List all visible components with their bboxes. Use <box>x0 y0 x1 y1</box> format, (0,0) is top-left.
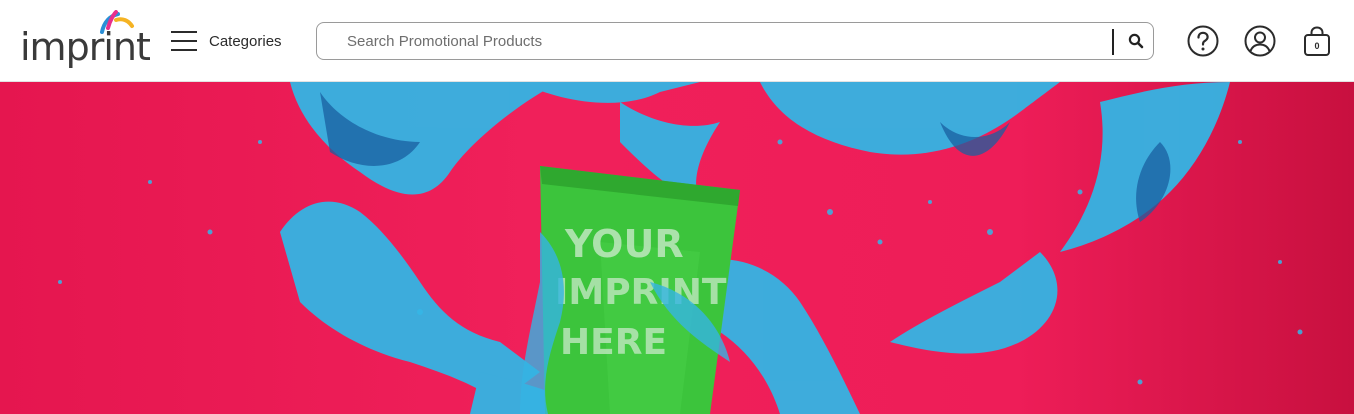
hamburger-icon <box>171 31 197 51</box>
logo-text: imprint <box>20 25 151 69</box>
help-button[interactable] <box>1186 24 1220 58</box>
shopping-bag-icon: 0 <box>1304 26 1330 56</box>
search-icon <box>1128 33 1144 49</box>
cup-print-line-2: IMPRINT <box>555 272 727 313</box>
search-divider <box>1112 29 1114 55</box>
cup-print-line-1: YOUR <box>564 222 684 266</box>
site-header: imprint Categories Search Promotional Pr… <box>0 0 1354 82</box>
cart-button[interactable]: 0 <box>1300 24 1334 58</box>
account-button[interactable] <box>1243 24 1277 58</box>
cup-print-line-3: HERE <box>560 322 667 363</box>
cart-count: 0 <box>1314 41 1319 51</box>
water-splash <box>280 82 1230 414</box>
hero-banner: YOUR IMPRINT HERE <box>0 82 1354 414</box>
hero-illustration: YOUR IMPRINT HERE <box>58 82 1303 414</box>
search-input[interactable] <box>331 23 1111 59</box>
categories-label: Categories <box>209 32 282 50</box>
search-bar <box>316 22 1154 60</box>
categories-menu-button[interactable]: Categories <box>170 26 282 56</box>
imprint-logo[interactable]: imprint <box>18 10 151 74</box>
search-button[interactable] <box>1122 27 1150 55</box>
question-circle-icon <box>1187 25 1219 57</box>
user-circle-icon <box>1244 25 1276 57</box>
promo-cup: YOUR IMPRINT HERE <box>540 166 740 414</box>
